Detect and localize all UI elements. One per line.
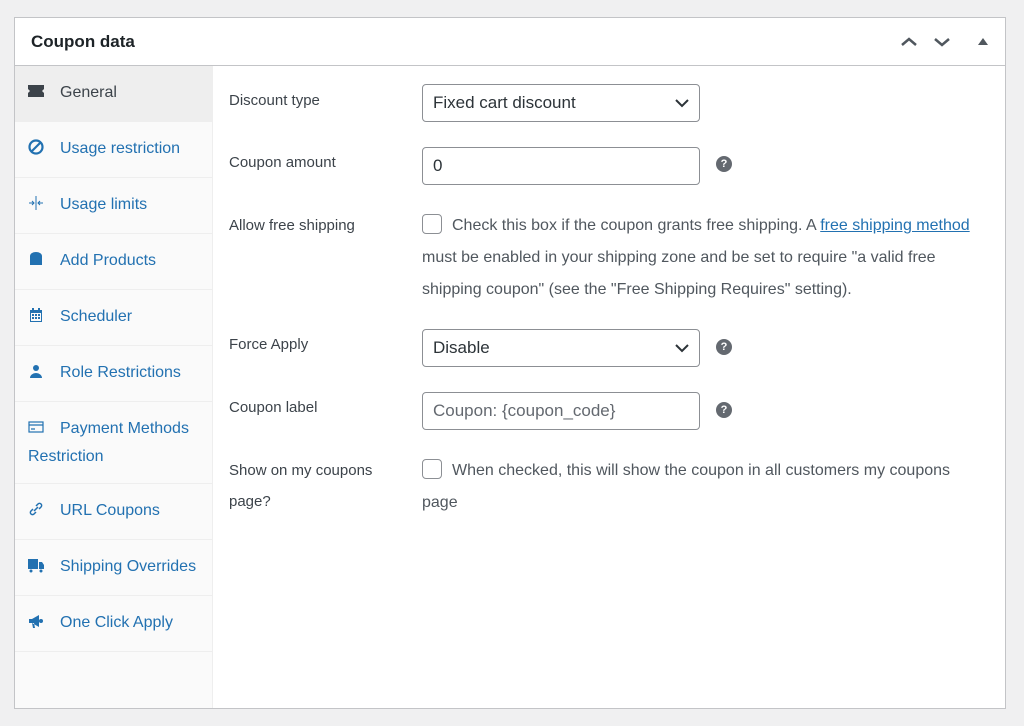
show-coupons-field: When checked, this will show the coupon … [422,455,952,519]
block-icon [28,138,60,164]
megaphone-icon [28,612,60,638]
sidebar-item-one-click-apply[interactable]: One Click Apply [15,596,212,652]
sidebar-item-general[interactable]: General [15,66,212,122]
calendar-icon [28,306,60,332]
help-icon[interactable]: ? [716,402,732,418]
coupon-label-input[interactable]: Coupon: {coupon_code} [422,392,700,430]
coupon-amount-input[interactable]: 0 [422,147,700,185]
sidebar-item-shipping-overrides[interactable]: Shipping Overrides [15,540,212,596]
free-shipping-label: Allow free shipping [229,217,355,234]
collapse-toggle-icon[interactable] [971,30,995,54]
coupon-data-panel: Coupon data General Usage restriction Us… [14,17,1006,709]
move-up-icon[interactable] [897,30,921,54]
sidebar-item-scheduler[interactable]: Scheduler [15,290,212,346]
ticket-icon [28,82,60,108]
sidebar-item-usage-restriction[interactable]: Usage restriction [15,122,212,178]
chevron-down-icon [675,99,689,108]
truck-icon [28,556,60,582]
coupon-tabs-sidebar: General Usage restriction Usage limits A… [15,66,213,708]
coupon-label-label: Coupon label [229,399,318,416]
panel-header: Coupon data [15,18,1005,66]
show-coupons-label: Show on my coupons page? [229,462,373,510]
user-icon [28,362,60,388]
sidebar-item-add-products[interactable]: Add Products [15,234,212,290]
sidebar-item-role-restrictions[interactable]: Role Restrictions [15,346,212,402]
discount-type-label: Discount type [229,92,320,109]
free-shipping-checkbox[interactable] [422,214,442,234]
panel-title: Coupon data [31,32,135,51]
card-icon [28,418,60,444]
move-down-icon[interactable] [930,30,954,54]
discount-type-select[interactable]: Fixed cart discount [422,84,700,122]
sidebar-item-payment-methods-restriction[interactable]: Payment Methods Restriction [15,402,212,484]
limits-icon [28,194,60,220]
sidebar-item-usage-limits[interactable]: Usage limits [15,178,212,234]
help-icon[interactable]: ? [716,156,732,172]
help-icon[interactable]: ? [716,339,732,355]
force-apply-label: Force Apply [229,336,309,353]
free-shipping-method-link[interactable]: free shipping method [820,217,969,234]
force-apply-select[interactable]: Disable [422,329,700,367]
link-icon [28,500,60,526]
free-shipping-field: Check this box if the coupon grants free… [422,210,992,306]
coupon-amount-label: Coupon amount [229,154,336,171]
show-coupons-checkbox[interactable] [422,459,442,479]
bag-icon [28,250,60,276]
sidebar-item-url-coupons[interactable]: URL Coupons [15,484,212,540]
chevron-down-icon [675,344,689,353]
